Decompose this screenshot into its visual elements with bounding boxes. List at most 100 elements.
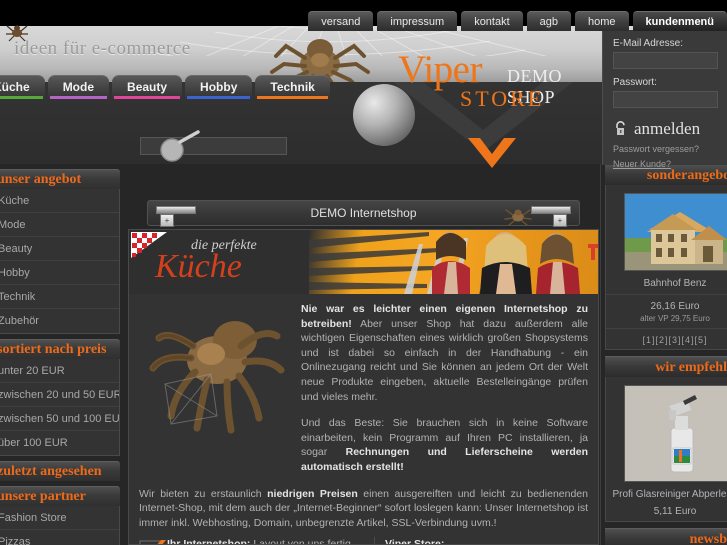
title-handle-left[interactable]: [156, 206, 196, 214]
promo-banner[interactable]: die perfekte Küche: [129, 230, 598, 294]
email-label: E-Mail Adresse:: [613, 38, 684, 49]
logo-viper-text: Viper: [398, 48, 482, 91]
catnav-item-kueche[interactable]: Küche: [0, 75, 45, 99]
catnav-item-mode[interactable]: Mode: [47, 75, 110, 99]
content-panel: die perfekte Küche Nie war es leichter e…: [128, 229, 599, 545]
sidebar-item-beauty[interactable]: Beauty: [0, 237, 119, 261]
feature-left-bold: Ihr Internetshop:: [167, 538, 251, 545]
right-heading-newsbox: newsbox: [605, 528, 727, 545]
title-knob-right[interactable]: +: [553, 214, 567, 227]
topnav-item-0[interactable]: versand: [308, 11, 374, 31]
catnav-label-4: Technik: [270, 80, 315, 94]
sidebar-item-kueche[interactable]: Küche: [0, 189, 119, 213]
title-knob-left[interactable]: +: [160, 214, 174, 227]
sidebar-item-technik[interactable]: Technik: [0, 285, 119, 309]
email-field[interactable]: [613, 52, 718, 69]
login-panel: E-Mail Adresse: Passwort: anmelden Passw…: [602, 30, 727, 169]
left-sidebar: unser angebot Küche Mode Beauty Hobby Te…: [0, 164, 120, 545]
sidebar-heading-angebot: unser angebot: [0, 169, 120, 189]
sidebar-list-preis: unter 20 EUR zwischen 20 und 50 EUR zwis…: [0, 359, 120, 456]
catnav-item-beauty[interactable]: Beauty: [112, 75, 183, 99]
para2: Und das Beste: Sie brauchen sich in kein…: [301, 416, 588, 474]
sidebar-item-price-3[interactable]: über 100 EUR: [0, 431, 119, 455]
magnifier-icon[interactable]: [158, 130, 202, 164]
sidebar-item-price-1[interactable]: zwischen 20 und 50 EUR: [0, 383, 119, 407]
product-oldprice-bahnhof: alter VP 29,75 Euro: [606, 314, 727, 329]
titlebar-spider-icon: [504, 209, 532, 225]
sidebar-item-price-0[interactable]: unter 20 EUR: [0, 359, 119, 383]
feature-left-text: Ihr Internetshop: Layout von uns fertig …: [167, 537, 374, 545]
check-icon: [139, 540, 166, 544]
para3-bold: niedrigen Preisen: [267, 487, 358, 500]
tarantula-image: [149, 321, 285, 434]
small-spider-icon: [6, 25, 28, 42]
topnav-item-2[interactable]: kontakt: [461, 11, 523, 31]
login-submit-label: anmelden: [634, 119, 701, 138]
product-name-bahnhof[interactable]: Bahnhof Benz: [606, 278, 727, 295]
site-tagline: ideen für e-commerce: [14, 38, 191, 59]
topnav-item-1[interactable]: impressum: [377, 11, 458, 31]
catnav-item-hobby[interactable]: Hobby: [185, 75, 253, 99]
right-sidebar: sonderangebote: [605, 164, 727, 545]
banner-models-photo: [432, 232, 598, 294]
banner-left: die perfekte Küche: [129, 230, 309, 294]
page-root: ideen für e-commerce Viper DEMO SHOP STO…: [0, 0, 727, 545]
para3-pre: Wir bieten zu erstaunlich: [139, 487, 268, 500]
product-name-glasreiniger[interactable]: Profi Glasreiniger Abperlend: [606, 489, 727, 500]
site-logo[interactable]: Viper DEMO SHOP STORE: [398, 48, 562, 111]
content-body: Nie war es leichter einen eigenen Intern…: [129, 294, 598, 545]
catnav-label-2: Beauty: [127, 80, 168, 94]
para3: Wir bieten zu erstaunlich niedrigen Prei…: [139, 487, 588, 531]
topnav-label-4: home: [588, 16, 616, 28]
catnav-underline-1: [49, 96, 108, 99]
catnav-underline-3: [187, 96, 251, 99]
intro-text: Aber unser Shop hat dazu außerdem alle w…: [301, 317, 588, 403]
forgot-password-link[interactable]: Passwort vergessen?: [613, 144, 717, 154]
password-field[interactable]: [613, 91, 718, 108]
sidebar-heading-preis: sortiert nach preis: [0, 339, 120, 359]
feature-columns: Ihr Internetshop: Layout von uns fertig …: [139, 537, 588, 545]
topnav-label-3: agb: [539, 16, 559, 28]
sidebar-item-price-2[interactable]: zwischen 50 und 100 EUR: [0, 407, 119, 431]
topnav-label-1: impressum: [390, 16, 445, 28]
banner-right: [309, 230, 598, 294]
feature-right-title: Viper Store:: [385, 538, 445, 545]
topnav-item-4[interactable]: home: [575, 11, 629, 31]
sidebar-heading-partner: unsere partner: [0, 486, 120, 506]
paragraph-spacer-2: [139, 475, 588, 487]
new-customer-link[interactable]: Neuer Kunde?: [613, 159, 717, 169]
catnav-underline-4: [257, 96, 328, 99]
category-navigation: Küche Mode Beauty Hobby Technik: [0, 73, 333, 99]
feature-column-left: Ihr Internetshop: Layout von uns fertig …: [139, 537, 374, 545]
logo-store-text: STORE: [460, 86, 545, 111]
product-image-bahnhof[interactable]: [624, 193, 727, 271]
right-section-sonderangebote: Bahnhof Benz 26,16 Euro alter VP 29,75 E…: [605, 185, 727, 350]
intro-paragraph: Nie war es leichter einen eigenen Intern…: [301, 302, 588, 404]
sidebar-list-partner: Fashion Store Pizzas Fleischerei Franke: [0, 506, 120, 545]
sidebar-item-mode[interactable]: Mode: [0, 213, 119, 237]
product-pager-sonderangebote[interactable]: [1][2][3][4][5]: [606, 335, 727, 345]
topnav-label-0: versand: [321, 16, 361, 28]
content-title-bar: DEMO Internetshop + +: [147, 200, 580, 227]
topnav-item-5[interactable]: kundenmenü: [632, 11, 727, 31]
catnav-label-1: Mode: [62, 80, 95, 94]
right-section-empfehlungen: Profi Glasreiniger Abperlend 5,11 Euro: [605, 377, 727, 522]
catnav-item-technik[interactable]: Technik: [255, 75, 330, 99]
sidebar-item-partner-1[interactable]: Pizzas: [0, 530, 119, 545]
catnav-underline-2: [114, 96, 181, 99]
sidebar-list-angebot: Küche Mode Beauty Hobby Technik Zubehör: [0, 189, 120, 334]
login-submit-row[interactable]: anmelden: [613, 119, 717, 139]
catnav-underline-0: [0, 96, 43, 99]
lock-icon: [616, 121, 625, 135]
catnav-label-3: Hobby: [200, 80, 238, 94]
sidebar-item-partner-0[interactable]: Fashion Store: [0, 506, 119, 530]
title-handle-right[interactable]: [531, 206, 571, 214]
banner-line2: Küche: [155, 248, 242, 285]
topnav-item-3[interactable]: agb: [526, 11, 572, 31]
product-image-glasreiniger[interactable]: [624, 385, 727, 482]
right-divider: [600, 164, 601, 545]
sidebar-item-hobby[interactable]: Hobby: [0, 261, 119, 285]
right-heading-empfehlungen: wir empfehlen: [605, 356, 727, 377]
topnav-label-2: kontakt: [474, 16, 510, 28]
sidebar-item-zubehoer[interactable]: Zubehör: [0, 309, 119, 333]
